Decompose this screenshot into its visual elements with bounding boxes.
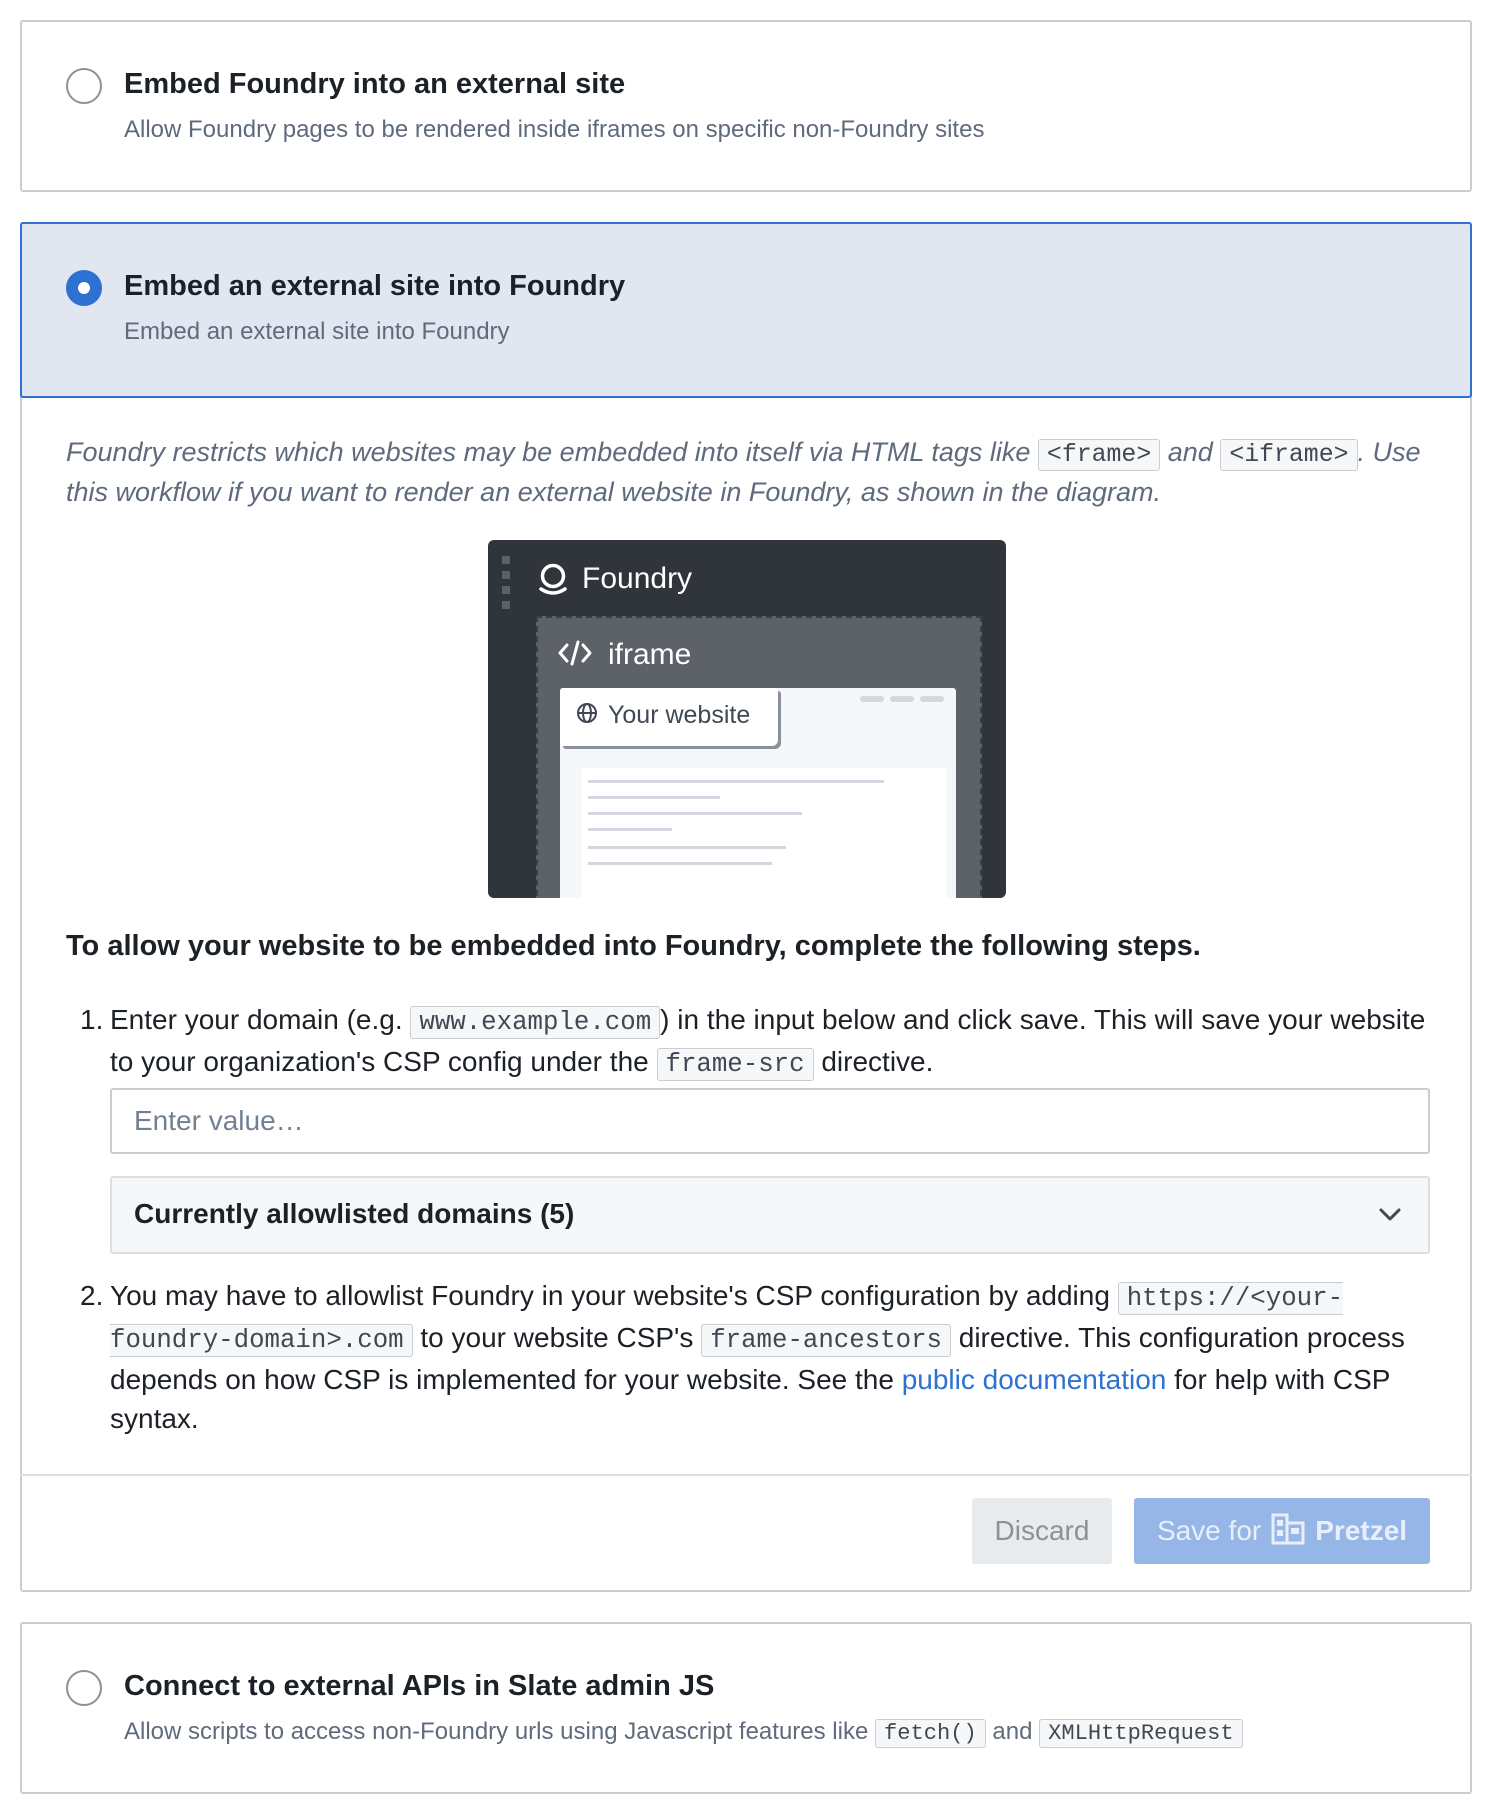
domain-input[interactable]	[110, 1088, 1430, 1154]
step1-code-example: www.example.com	[410, 1006, 661, 1039]
step1-part3: directive.	[821, 1046, 934, 1077]
code-fetch: fetch()	[874, 1719, 986, 1748]
option-title: Connect to external APIs in Slate admin …	[124, 1670, 715, 1702]
intro-code-frame: <frame>	[1037, 439, 1161, 471]
code-xmlhttprequest: XMLHttpRequest	[1039, 1719, 1243, 1748]
diagram-browser: Your website	[560, 688, 956, 898]
globe-icon	[576, 702, 598, 730]
diagram-iframe-box: iframe Your website	[536, 616, 982, 898]
diagram-app-label: Foundry	[582, 562, 693, 595]
step1-code-frame-src: frame-src	[656, 1048, 814, 1081]
foundry-logo-icon	[536, 562, 570, 603]
radio-external-apis[interactable]	[66, 1670, 102, 1706]
radio-embed-foundry-external[interactable]	[66, 68, 102, 104]
step2-part2: to your website CSP's	[420, 1322, 694, 1353]
step-number: 2.	[80, 1280, 104, 1311]
diagram-website-label: Your website	[608, 701, 751, 729]
step-number: 1.	[80, 1004, 104, 1035]
code-icon	[558, 640, 592, 672]
allowlisted-domains-label: Currently allowlisted domains (5)	[134, 1198, 575, 1229]
intro-and: and	[1167, 437, 1213, 467]
building-icon	[1271, 1511, 1305, 1552]
radio-embed-external-site[interactable]	[66, 270, 102, 306]
save-label: Save for	[1156, 1515, 1262, 1546]
steps-heading: To allow your website to be embedded int…	[66, 930, 1201, 962]
diagram-website-tab: Your website	[560, 688, 778, 746]
intro-text: Foundry restricts which websites may be …	[66, 434, 1432, 511]
option-header-selected[interactable]: Embed an external site into Foundry Embe…	[20, 222, 1472, 398]
option-title: Embed an external site into Foundry	[124, 270, 626, 302]
step2-code-frame-ancestors: frame-ancestors	[701, 1324, 951, 1357]
option-description-prefix: Allow scripts to access non-Foundry urls…	[124, 1718, 869, 1745]
option-description: Embed an external site into Foundry	[124, 318, 510, 345]
option-card-embed-foundry-external[interactable]: Embed Foundry into an external site Allo…	[20, 20, 1472, 192]
diagram-iframe-label: iframe	[608, 638, 692, 671]
step-1-text: Enter your domain (e.g. www.example.com)…	[110, 1000, 1432, 1084]
intro-part1: Foundry restricts which websites may be …	[66, 437, 1031, 467]
step-2-text: You may have to allowlist Foundry in you…	[110, 1276, 1432, 1438]
org-name: Pretzel	[1315, 1515, 1408, 1546]
public-documentation-link[interactable]: public documentation	[902, 1364, 1167, 1395]
allowlisted-domains-collapse[interactable]: Currently allowlisted domains (5)	[110, 1176, 1430, 1254]
diagram-drag-dots	[502, 556, 510, 616]
intro-code-iframe: <iframe>	[1220, 439, 1358, 471]
embed-diagram: Foundry iframe Your website	[488, 540, 1006, 898]
option-description: Allow Foundry pages to be rendered insid…	[124, 116, 985, 143]
step1-part1: Enter your domain (e.g.	[110, 1004, 403, 1035]
save-button[interactable]: Save for Pretzel	[1134, 1498, 1430, 1564]
option-title: Embed Foundry into an external site	[124, 68, 626, 100]
option-description-and: and	[992, 1718, 1033, 1745]
discard-button[interactable]: Discard	[972, 1498, 1112, 1564]
option-description: Allow scripts to access non-Foundry urls…	[124, 1718, 1243, 1748]
step2-part1: You may have to allowlist Foundry in you…	[110, 1280, 1110, 1311]
diagram-page	[582, 768, 946, 898]
chevron-down-icon[interactable]	[1376, 1200, 1404, 1235]
option-card-external-apis[interactable]: Connect to external APIs in Slate admin …	[20, 1622, 1472, 1794]
